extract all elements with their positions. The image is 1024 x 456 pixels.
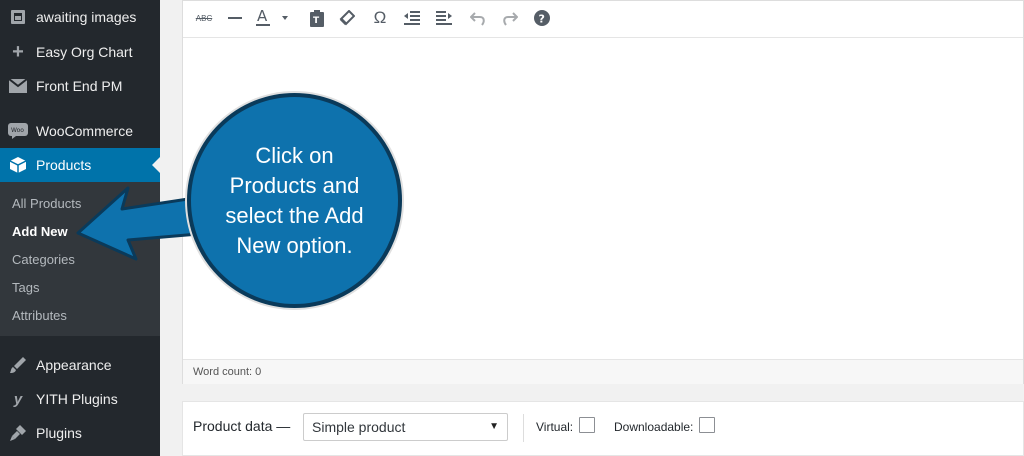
callout-text: Click on Products and select the Add New… <box>225 142 364 258</box>
callout-bubble: Click on Products and select the Add New… <box>187 93 402 308</box>
callout-arrow-icon <box>76 186 224 261</box>
